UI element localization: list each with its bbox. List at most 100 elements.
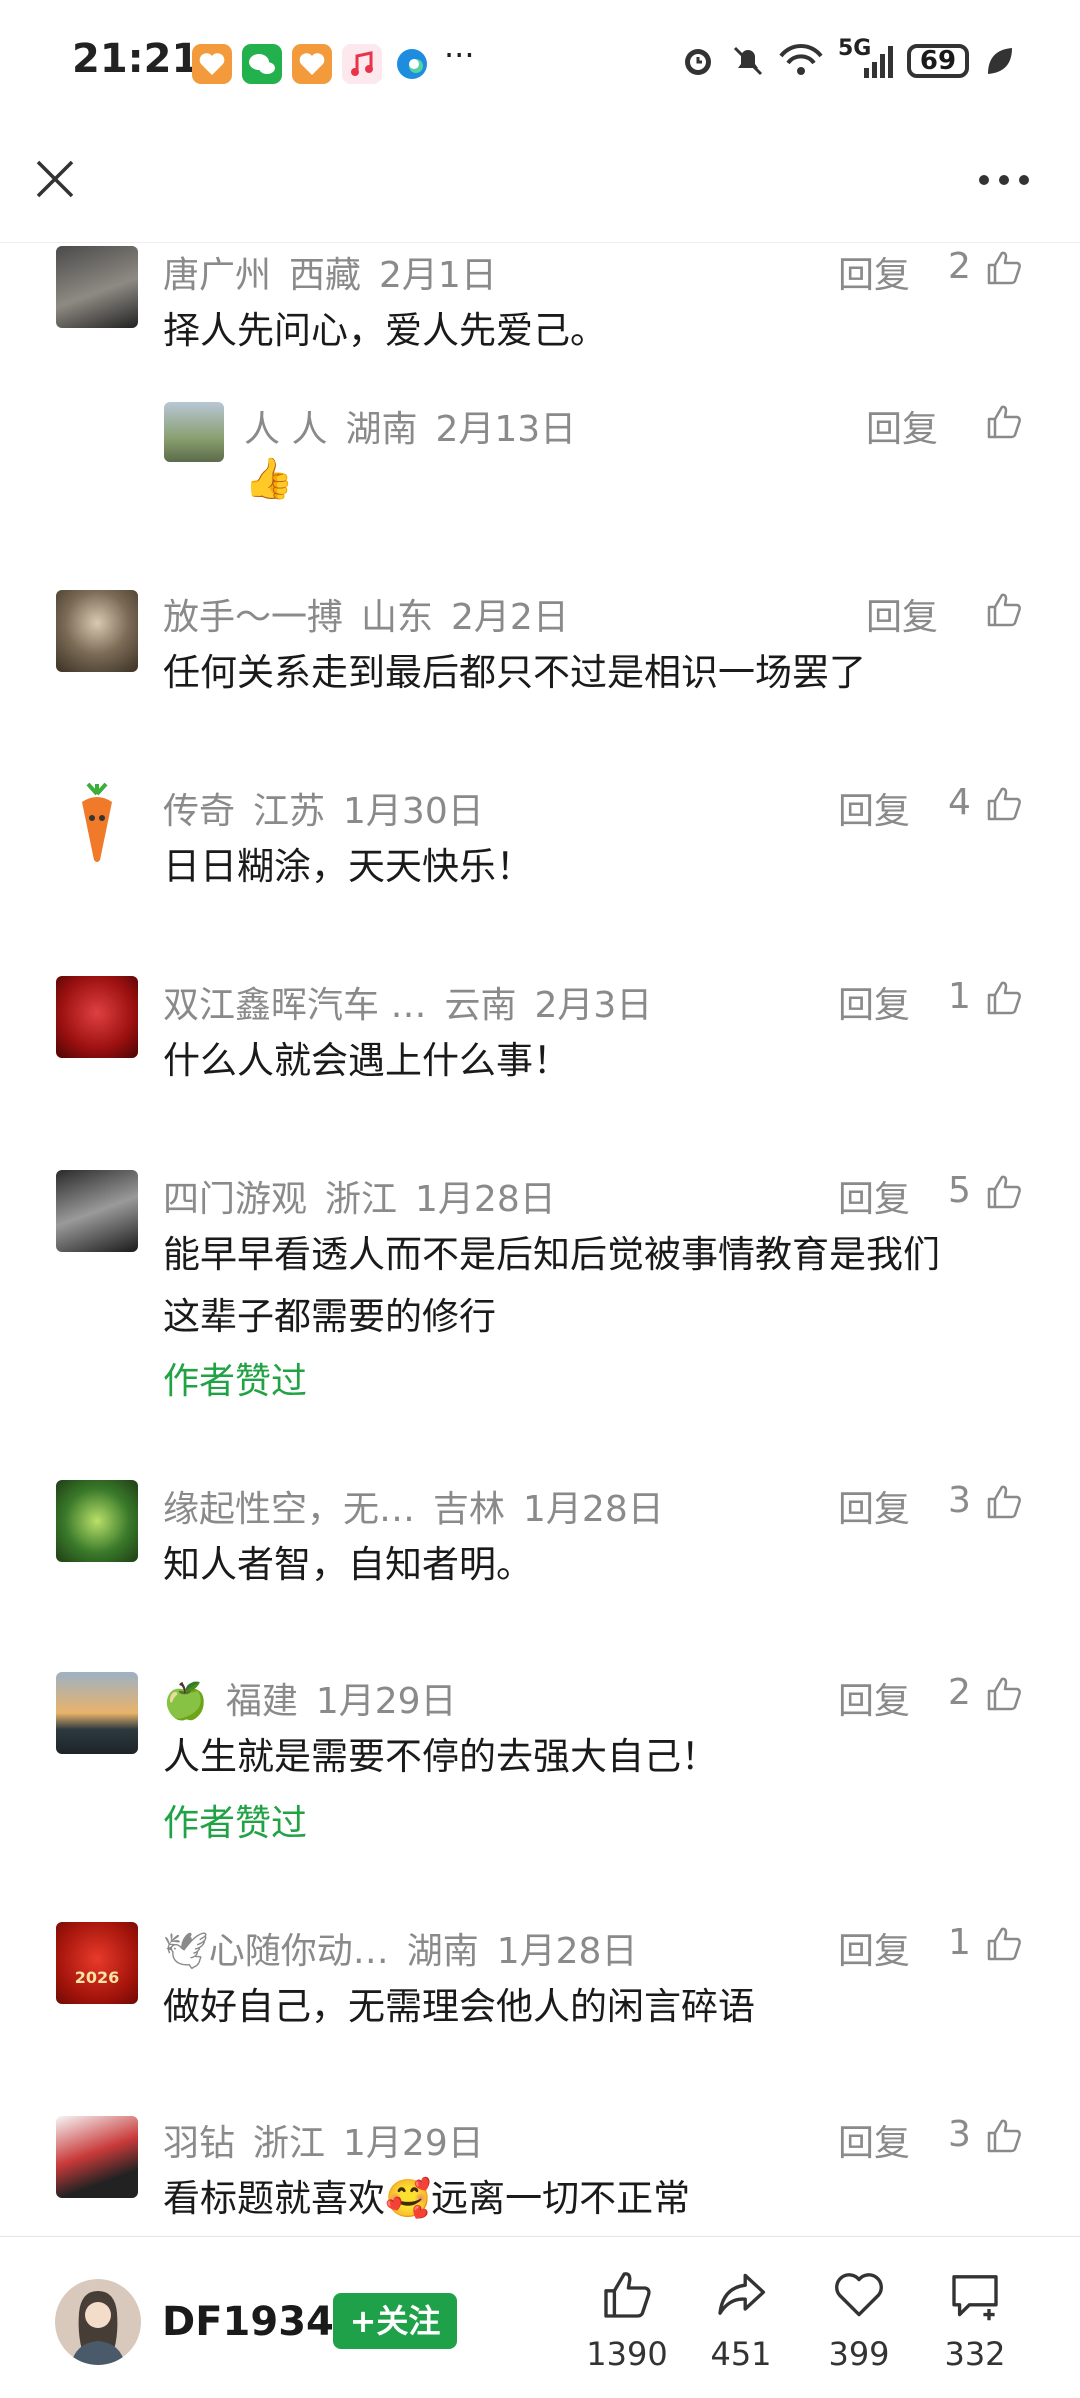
comment-meta: 🕊心随你动… 湖南 1月28日: [163, 1922, 655, 1974]
comment-username[interactable]: 缘起性空，无…: [163, 1489, 415, 1530]
music-icon: [342, 44, 382, 84]
comment-date: 2月2日: [451, 597, 569, 638]
comment-meta: 人 人湖南 2月13日: [244, 400, 594, 452]
thumbs-up-icon[interactable]: [984, 590, 1024, 630]
comment-text: 人生就是需要不停的去强大自己！: [163, 1735, 718, 1778]
author-username[interactable]: DF1934: [162, 2299, 334, 2345]
comment-text-line: 这辈子都需要的修行: [163, 1295, 496, 1338]
comment-meta: 唐广州 西藏 2月1日: [163, 246, 515, 298]
like-count: 2: [948, 246, 971, 287]
comment-meta: 羽钻 浙江 1月29日: [163, 2114, 502, 2166]
reply-button[interactable]: 回复: [838, 1922, 910, 1974]
thumbs-up-icon[interactable]: [984, 2116, 1024, 2156]
wechat-icon: [242, 44, 282, 84]
comment-text-line: 能早早看透人而不是后知后觉被事情教育是我们: [163, 1233, 940, 1276]
thumbs-up-icon[interactable]: [984, 248, 1024, 288]
reply-button[interactable]: 回复: [866, 400, 938, 452]
like-count: 3: [948, 2114, 971, 2155]
bottom-bar: DF1934 +关注 1390 451 399 332: [0, 2236, 1080, 2398]
avatar[interactable]: [56, 976, 138, 1058]
comment-date: 1月30日: [343, 791, 484, 832]
wifi-icon: [776, 40, 826, 88]
thumbs-up-icon[interactable]: [984, 1674, 1024, 1714]
mute-icon: [728, 40, 768, 88]
avatar[interactable]: [56, 1480, 138, 1562]
comment-username[interactable]: 🕊心随你动…: [163, 1931, 389, 1972]
favorite-action[interactable]: 399: [804, 2267, 914, 2387]
thumbs-up-icon[interactable]: [984, 1482, 1024, 1522]
comment-date: 2月3日: [534, 985, 653, 1026]
comment-date: 2月1日: [379, 255, 497, 296]
reply-button[interactable]: 回复: [838, 1170, 910, 1222]
reply-button[interactable]: 回复: [838, 782, 910, 834]
comment-username[interactable]: 四门游观: [163, 1179, 307, 1220]
author-avatar[interactable]: [55, 2279, 141, 2365]
avatar[interactable]: [56, 246, 138, 328]
battery-icon: 69: [907, 44, 969, 78]
comment-username[interactable]: 人 人: [244, 409, 327, 450]
thumbs-up-icon[interactable]: [984, 784, 1024, 824]
share-action[interactable]: 451: [686, 2267, 796, 2387]
comment-text: 做好自己，无需理会他人的闲言碎语: [163, 1985, 755, 2028]
like-action[interactable]: 1390: [572, 2267, 682, 2387]
comment-region: 山东: [361, 597, 434, 638]
comment-username[interactable]: 放手～一搏: [163, 597, 343, 638]
avatar[interactable]: [56, 1170, 138, 1252]
like-count: 1: [948, 976, 971, 1017]
comment-text: 日日糊涂，天天快乐！: [163, 845, 533, 888]
avatar[interactable]: [164, 402, 224, 462]
thumbs-up-icon[interactable]: [984, 978, 1024, 1018]
signal-icon: [862, 44, 896, 88]
alarm-icon: [678, 40, 718, 88]
carrot-icon: [82, 782, 112, 862]
thumbs-up-icon[interactable]: [984, 402, 1024, 442]
comment-meta: 放手～一搏 山东 2月2日: [163, 588, 587, 640]
avatar[interactable]: [56, 590, 138, 672]
comment-username[interactable]: 🍏: [163, 1681, 208, 1722]
comment-add-icon: [952, 2275, 998, 2321]
comment-date: 1月28日: [523, 1489, 664, 1530]
share-icon: [718, 2273, 766, 2315]
comment-date: 1月29日: [315, 1681, 457, 1722]
reply-button[interactable]: 回复: [838, 2114, 910, 2166]
status-time: 21:21: [72, 36, 200, 82]
status-bar: 21:21 ··· 5G 69: [0, 0, 1080, 130]
avatar[interactable]: [56, 2116, 138, 2198]
more-options-button[interactable]: [974, 170, 1034, 190]
avatar[interactable]: [56, 782, 138, 864]
comment-text: 看标题就喜欢🥰远离一切不正常: [163, 2177, 691, 2220]
comment-date: 1月28日: [496, 1931, 638, 1972]
avatar[interactable]: 2026: [56, 1922, 138, 2004]
like-count: 5: [948, 1170, 971, 1211]
comment-meta: 四门游观 浙江 1月28日: [163, 1170, 574, 1222]
comment-region: 云南: [444, 985, 517, 1026]
thumbs-up-icon[interactable]: [984, 1172, 1024, 1212]
comment-region: 浙江: [253, 2123, 326, 2164]
leaf-icon: [984, 44, 1016, 86]
reply-button[interactable]: 回复: [838, 246, 910, 298]
follow-button[interactable]: +关注: [333, 2293, 457, 2349]
comment-username[interactable]: 传奇: [163, 791, 235, 832]
reply-button[interactable]: 回复: [838, 1672, 910, 1724]
comment-action[interactable]: 332: [920, 2267, 1030, 2387]
comment-username[interactable]: 羽钻: [163, 2123, 235, 2164]
comment-username[interactable]: 唐广州: [163, 255, 271, 296]
reply-button[interactable]: 回复: [838, 976, 910, 1028]
comment-text: 知人者智，自知者明。: [163, 1543, 533, 1586]
comment-region: 湖南: [345, 409, 418, 450]
thumbs-up-icon[interactable]: [984, 1924, 1024, 1964]
top-bar: [0, 130, 1080, 243]
close-button[interactable]: [30, 154, 80, 204]
comment-region: 西藏: [289, 255, 362, 296]
like-count: 2: [948, 1672, 971, 1713]
avatar[interactable]: [56, 1672, 138, 1754]
more-dots-icon: [979, 175, 1029, 185]
share-total: 451: [710, 2335, 772, 2373]
edge-browser-icon: [392, 44, 432, 84]
comment-text: 👍: [244, 456, 294, 502]
comment-username[interactable]: 双江鑫晖汽车 …: [163, 985, 426, 1026]
more-dots-icon: ···: [444, 36, 475, 74]
reply-button[interactable]: 回复: [838, 1480, 910, 1532]
reply-button[interactable]: 回复: [866, 588, 938, 640]
avatar-caption: 2026: [74, 1968, 120, 1987]
